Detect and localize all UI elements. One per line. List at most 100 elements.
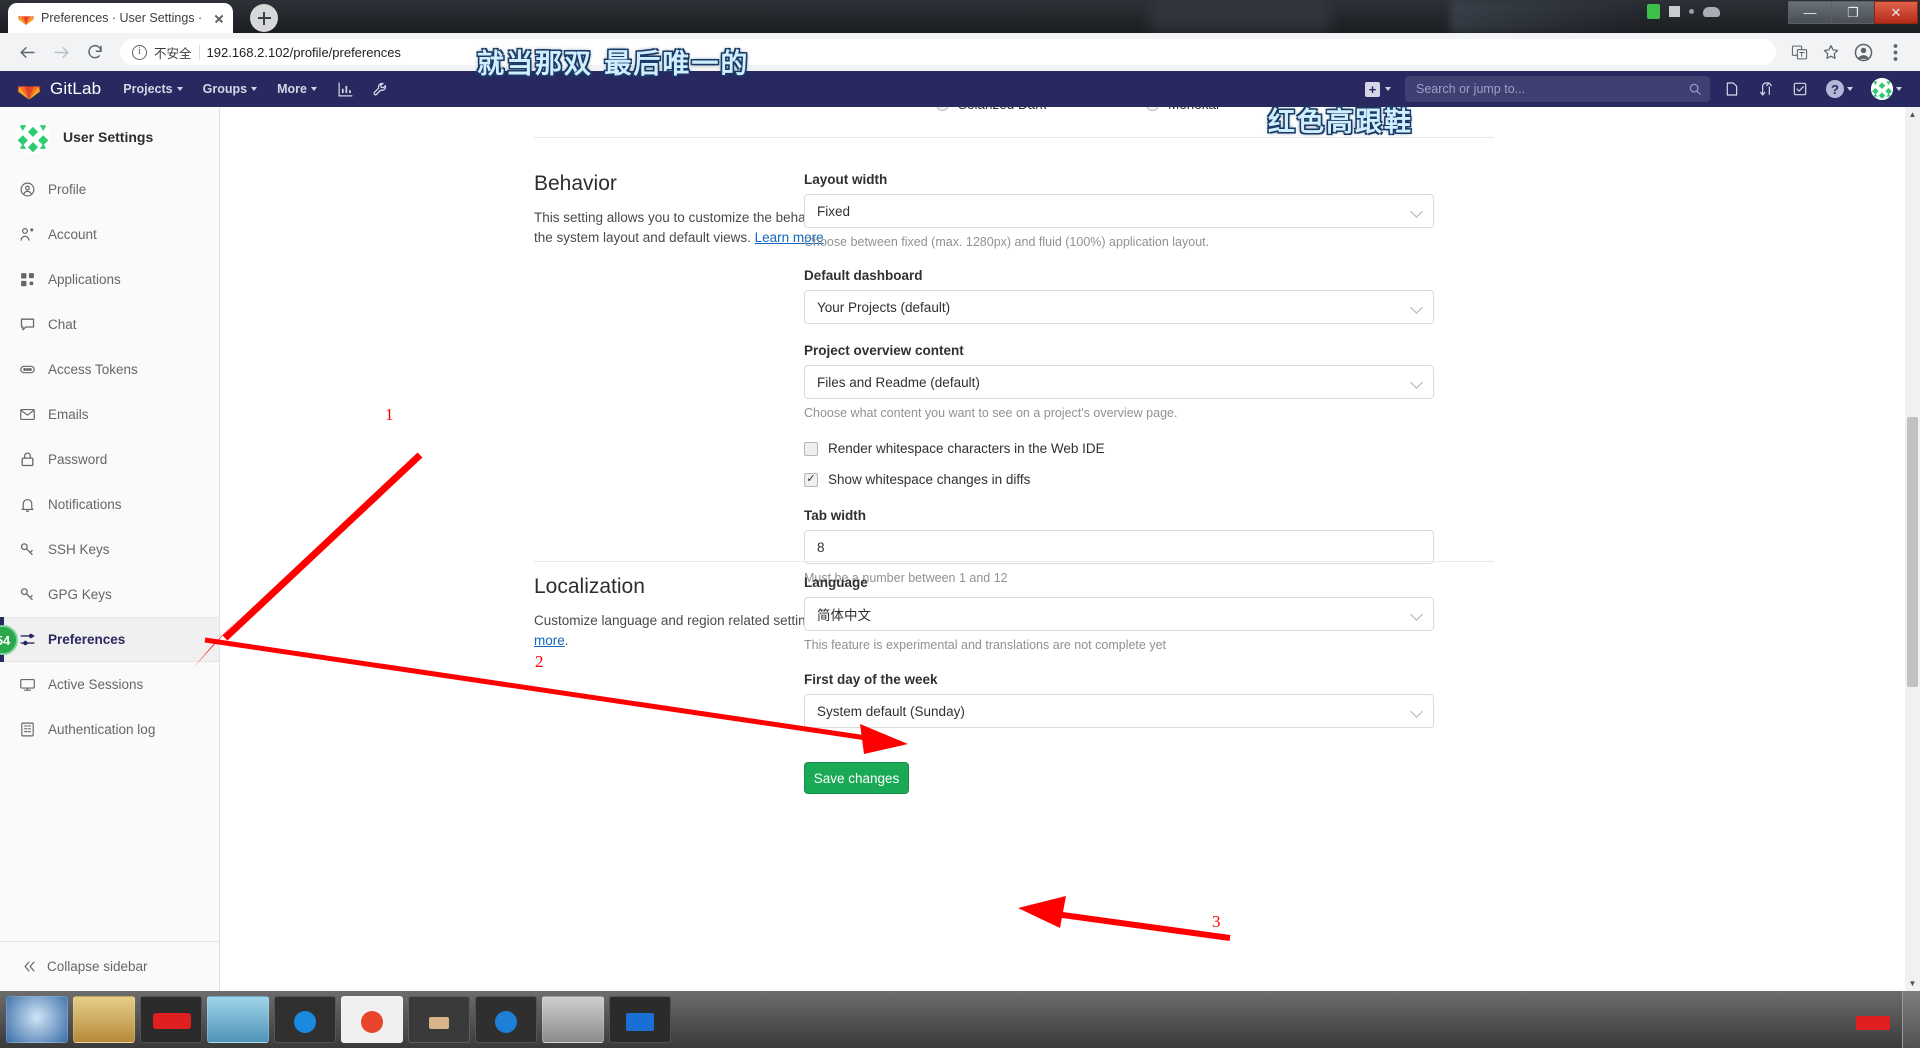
gitlab-navbar: GitLab Projects Groups More + Search or … — [0, 71, 1920, 107]
key-icon — [18, 586, 36, 604]
taskbar-item[interactable] — [408, 996, 470, 1043]
nav-item-more[interactable]: More — [277, 82, 317, 96]
taskbar-item[interactable] — [609, 996, 671, 1043]
star-icon[interactable] — [1816, 37, 1846, 67]
minimize-button[interactable]: — — [1788, 1, 1832, 24]
sidebar-item-label: Profile — [48, 182, 87, 197]
taskbar-item[interactable] — [140, 996, 202, 1043]
chevron-down-icon[interactable]: ▼ — [1905, 976, 1920, 991]
omnibox-divider — [198, 44, 200, 60]
project-overview-select[interactable]: Files and Readme (default) — [804, 365, 1434, 399]
todos-icon[interactable] — [1792, 81, 1808, 97]
default-dashboard-select[interactable]: Your Projects (default) — [804, 290, 1434, 324]
taskbar-item[interactable] — [542, 996, 604, 1043]
project-overview-value: Files and Readme (default) — [817, 374, 980, 390]
sidebar-item-gpg-keys[interactable]: GPG Keys — [0, 572, 219, 617]
sidebar-item-account[interactable]: Account — [0, 212, 219, 257]
wrench-admin-icon[interactable] — [372, 81, 389, 98]
account-icon[interactable] — [1848, 37, 1878, 67]
layout-width-value: Fixed — [817, 203, 851, 219]
address-bar[interactable]: i 不安全 192.168.2.102/profile/preferences — [120, 39, 1776, 65]
taskbar-item[interactable] — [475, 996, 537, 1043]
theme-option-label: Solarized Dark — [958, 107, 1047, 112]
taskbar-item[interactable] — [274, 996, 336, 1043]
nav-item-groups[interactable]: Groups — [203, 82, 258, 96]
reload-icon[interactable] — [78, 35, 112, 69]
sidebar-item-authentication-log[interactable]: Authentication log — [0, 707, 219, 752]
collapse-sidebar-button[interactable]: Collapse sidebar — [0, 941, 220, 991]
sidebar-item-password[interactable]: Password — [0, 437, 219, 482]
chevron-down-icon — [310, 87, 317, 91]
site-info-icon[interactable]: i — [132, 44, 147, 60]
sidebar-item-preferences[interactable]: Preferences — [0, 617, 219, 662]
checkbox-icon[interactable] — [804, 441, 818, 456]
merge-requests-icon[interactable] — [1758, 81, 1774, 97]
window-controls: — ❐ ✕ — [1788, 1, 1918, 24]
search-icon[interactable] — [1688, 82, 1702, 96]
show-desktop-button[interactable] — [1902, 991, 1920, 1048]
sidebar-item-emails[interactable]: Emails — [0, 392, 219, 437]
tab-close-icon[interactable] — [211, 10, 227, 26]
first-day-value: System default (Sunday) — [817, 703, 965, 719]
issues-icon[interactable] — [1724, 81, 1740, 97]
scrollbar-thumb[interactable] — [1907, 417, 1918, 687]
sidebar-item-label: Notifications — [48, 497, 122, 512]
new-tab-button[interactable] — [250, 4, 278, 32]
sidebar-item-active-sessions[interactable]: Active Sessions — [0, 662, 219, 707]
sidebar-header[interactable]: User Settings — [0, 107, 219, 167]
taskbar-item[interactable] — [73, 996, 135, 1043]
theme-option-solarized-dark[interactable]: Solarized Dark — [936, 107, 1047, 112]
vertical-scrollbar[interactable]: ▲ ▼ — [1905, 107, 1920, 991]
checkbox-icon[interactable]: ✓ — [804, 472, 818, 487]
chevron-down-icon — [1410, 608, 1423, 621]
gitlab-brand-label: GitLab — [50, 79, 102, 98]
tray-app-icon — [1669, 6, 1680, 17]
sidebar-item-chat[interactable]: Chat — [0, 302, 219, 347]
page-title: User Settings — [63, 129, 154, 145]
gitlab-logo-icon[interactable] — [16, 77, 42, 101]
show-whitespace-label: Show whitespace changes in diffs — [828, 472, 1031, 487]
radio-icon[interactable] — [936, 107, 949, 111]
sidebar-item-profile[interactable]: Profile — [0, 167, 219, 212]
translate-icon[interactable] — [1784, 37, 1814, 67]
show-whitespace-checkbox-row[interactable]: ✓ Show whitespace changes in diffs — [804, 472, 1434, 487]
lock-icon — [18, 451, 36, 469]
save-changes-button[interactable]: Save changes — [804, 762, 909, 794]
search-input[interactable]: Search or jump to... — [1405, 76, 1710, 102]
chevron-down-icon — [1847, 87, 1853, 91]
preferences-icon — [18, 631, 36, 649]
help-icon[interactable]: ? — [1826, 80, 1853, 98]
maximize-button[interactable]: ❐ — [1831, 1, 1875, 24]
first-day-select[interactable]: System default (Sunday) — [804, 694, 1434, 728]
tab-width-input[interactable]: 8 — [804, 530, 1434, 564]
sidebar-item-access-tokens[interactable]: Access Tokens — [0, 347, 219, 392]
theme-option-monokai[interactable]: Monokai — [1146, 107, 1219, 112]
sidebar-item-notifications[interactable]: Notifications — [0, 482, 219, 527]
analytics-icon[interactable] — [337, 81, 354, 98]
taskbar-item[interactable] — [6, 996, 68, 1043]
close-window-button[interactable]: ✕ — [1874, 1, 1918, 24]
layout-width-label: Layout width — [804, 172, 888, 187]
os-taskbar — [0, 991, 1920, 1048]
language-select[interactable]: 简体中文 — [804, 597, 1434, 631]
radio-icon[interactable] — [1146, 107, 1159, 111]
browser-tab[interactable]: Preferences · User Settings · Gi — [8, 3, 233, 33]
new-dropdown-button[interactable]: + — [1365, 81, 1391, 97]
annotation-number-3: 3 — [1212, 912, 1221, 931]
user-menu-button[interactable] — [1871, 78, 1902, 100]
taskbar-item[interactable] — [207, 996, 269, 1043]
nav-item-projects[interactable]: Projects — [123, 82, 183, 96]
default-dashboard-label: Default dashboard — [804, 268, 923, 283]
back-arrow-icon[interactable] — [10, 35, 44, 69]
taskbar-item[interactable] — [341, 996, 403, 1043]
render-whitespace-checkbox-row[interactable]: Render whitespace characters in the Web … — [804, 441, 1434, 456]
three-dot-menu-icon[interactable] — [1880, 37, 1910, 67]
chevron-up-icon[interactable]: ▲ — [1905, 107, 1920, 122]
chevron-down-icon — [1896, 87, 1902, 91]
annotation-cjk-right: 红色高跟鞋 — [1268, 107, 1413, 138]
security-status-label: 不安全 — [154, 46, 192, 61]
layout-width-select[interactable]: Fixed — [804, 194, 1434, 228]
sidebar-item-ssh-keys[interactable]: SSH Keys — [0, 527, 219, 572]
sidebar-item-applications[interactable]: Applications — [0, 257, 219, 302]
applications-icon — [18, 271, 36, 289]
